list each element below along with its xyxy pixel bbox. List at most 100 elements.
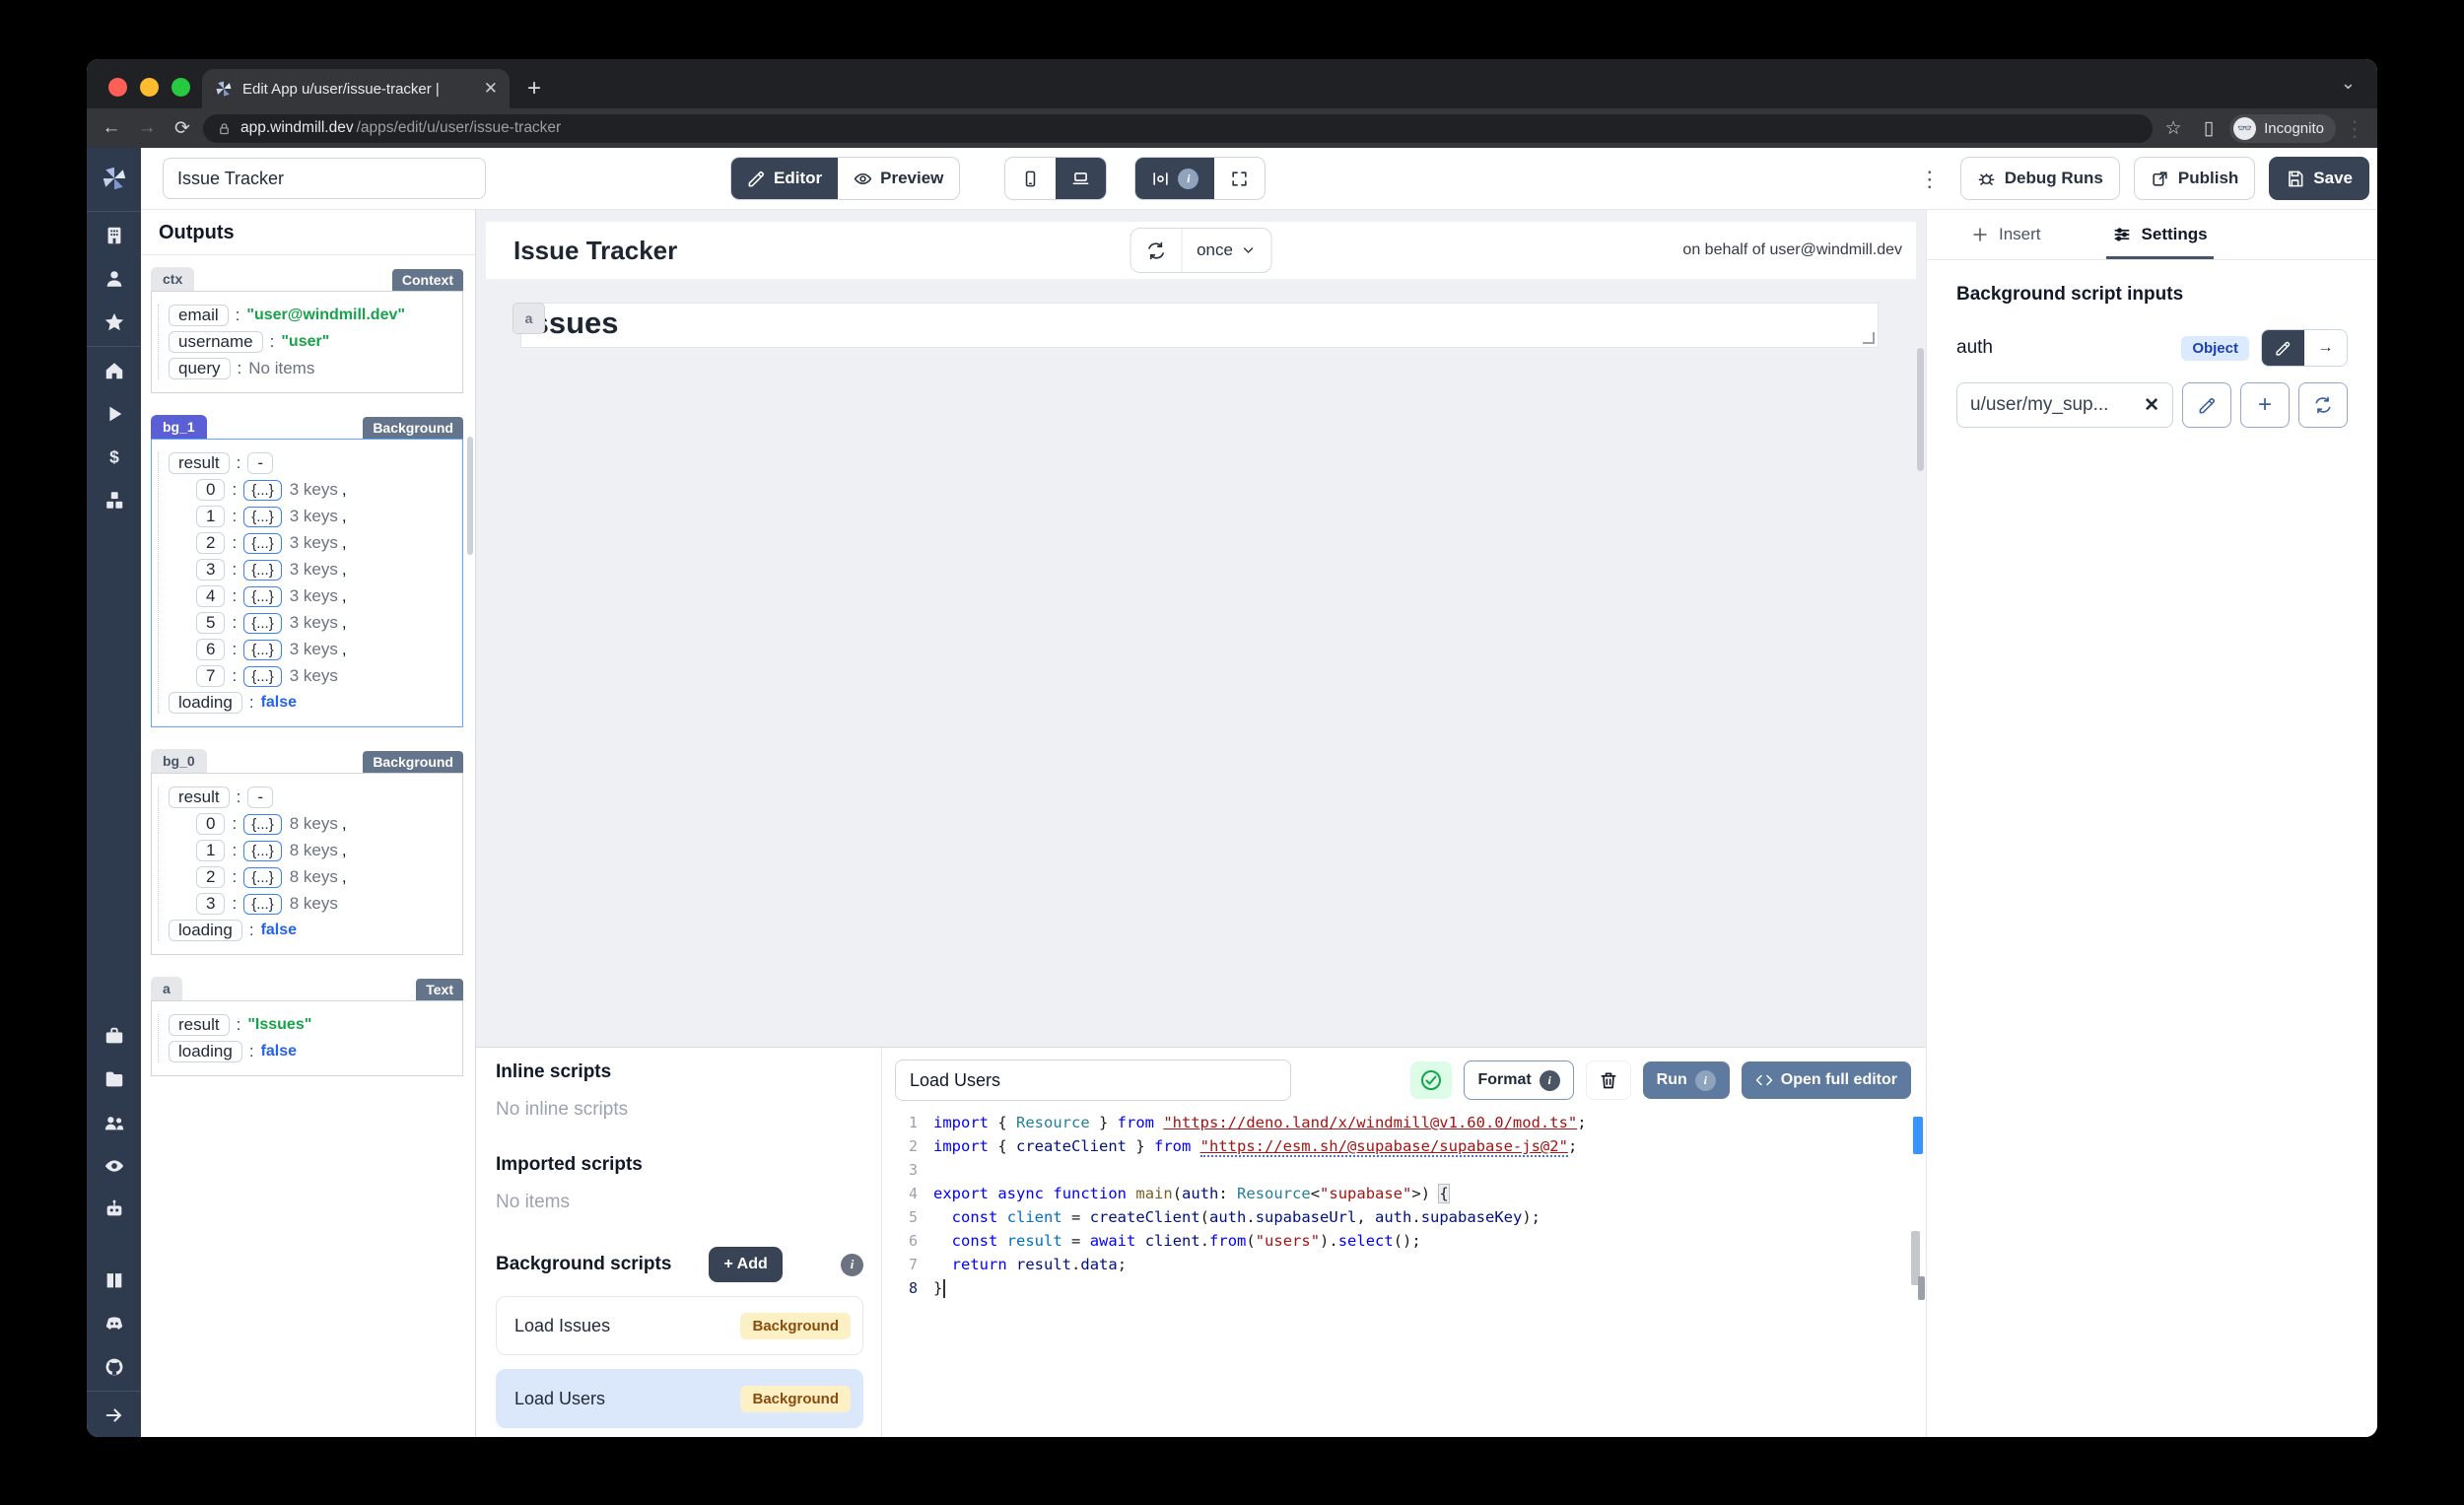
tab-insert[interactable]: Insert (1971, 210, 2041, 259)
output-id-tag[interactable]: ctx (151, 267, 194, 291)
collapse-pill[interactable]: - (247, 787, 273, 808)
code-line-3[interactable]: 3 (882, 1158, 1926, 1182)
tab-search-chevron-icon[interactable]: ⌄ (2341, 73, 2356, 94)
users-icon[interactable] (87, 1101, 141, 1144)
index-pill[interactable]: 3 (196, 893, 225, 915)
back-button[interactable]: ← (97, 117, 126, 139)
key-pill[interactable]: username (169, 331, 263, 353)
more-options-icon[interactable]: ⋮ (1917, 175, 1943, 182)
user-icon[interactable] (87, 257, 141, 301)
edit-resource-button[interactable] (2182, 382, 2231, 428)
index-pill[interactable]: 0 (196, 813, 225, 835)
tab-close-icon[interactable]: ✕ (484, 79, 498, 99)
run-button[interactable]: Runi (1643, 1061, 1730, 1099)
code-line-1[interactable]: 1import { Resource } from "https://deno.… (882, 1111, 1926, 1134)
connect-input-button[interactable]: → (2304, 330, 2347, 366)
code-line-7[interactable]: 7 return result.data; (882, 1253, 1926, 1276)
outputs-scrollbar[interactable] (467, 437, 473, 555)
outputs-panel-button[interactable]: i (1135, 158, 1214, 199)
book-icon[interactable] (87, 1259, 141, 1302)
static-input-button[interactable] (2262, 330, 2304, 366)
key-pill[interactable]: result (169, 787, 230, 808)
object-pill[interactable]: {...} (243, 507, 282, 527)
building-icon[interactable] (87, 214, 141, 257)
index-pill[interactable]: 2 (196, 866, 225, 888)
resource-picker-input[interactable]: u/user/my_sup... ✕ (1956, 382, 2173, 428)
output-id-tag[interactable]: a (151, 977, 182, 1000)
code-line-2[interactable]: 2import { createClient } from "https://e… (882, 1134, 1926, 1158)
index-pill[interactable]: 1 (196, 840, 225, 861)
index-pill[interactable]: 6 (196, 639, 225, 660)
save-button[interactable]: Save (2269, 157, 2369, 200)
background-script-item[interactable]: Load IssuesBackground (496, 1296, 863, 1355)
object-pill[interactable]: {...} (243, 814, 282, 835)
toolbox-icon[interactable] (87, 1014, 141, 1058)
reload-button[interactable]: ⟳ (168, 117, 197, 140)
preview-mode-button[interactable]: Preview (838, 158, 959, 199)
object-pill[interactable]: {...} (243, 586, 282, 607)
arrow-right-icon[interactable] (87, 1394, 141, 1437)
object-pill[interactable]: {...} (243, 666, 282, 687)
object-pill[interactable]: {...} (243, 560, 282, 581)
code-line-5[interactable]: 5 const client = createClient(auth.supab… (882, 1205, 1926, 1229)
object-pill[interactable]: {...} (243, 480, 282, 501)
maximize-window-button[interactable] (171, 78, 190, 97)
key-pill[interactable]: result (169, 452, 230, 474)
index-pill[interactable]: 0 (196, 479, 225, 501)
forward-button[interactable]: → (132, 117, 162, 139)
app-name-input[interactable]: Issue Tracker (163, 158, 486, 199)
code-editor[interactable]: 1import { Resource } from "https://deno.… (882, 1111, 1926, 1437)
side-panel-icon[interactable]: ▯ (2194, 117, 2224, 140)
output-id-tag[interactable]: bg_1 (151, 415, 207, 439)
object-pill[interactable]: {...} (243, 894, 282, 915)
collapse-pill[interactable]: - (247, 452, 273, 474)
github-icon[interactable] (87, 1345, 141, 1389)
code-line-8[interactable]: 8} (882, 1276, 1926, 1300)
fullscreen-button[interactable] (1214, 158, 1265, 199)
object-pill[interactable]: {...} (243, 533, 282, 554)
key-pill[interactable]: loading (169, 920, 242, 941)
play-icon[interactable] (87, 392, 141, 436)
bookmark-star-icon[interactable]: ☆ (2158, 117, 2188, 140)
tab-settings[interactable]: Settings (2112, 210, 2208, 259)
cubes-icon[interactable] (87, 479, 141, 522)
object-pill[interactable]: {...} (243, 867, 282, 888)
output-id-tag[interactable]: bg_0 (151, 749, 207, 773)
debug-runs-button[interactable]: Debug Runs (1960, 157, 2120, 200)
robot-icon[interactable] (87, 1188, 141, 1231)
star-icon[interactable] (87, 301, 141, 344)
key-pill[interactable]: email (169, 305, 229, 326)
component-resize-handle[interactable] (1863, 332, 1875, 344)
key-pill[interactable]: loading (169, 1041, 242, 1062)
format-button[interactable]: Formati (1464, 1060, 1573, 1100)
refresh-mode-select[interactable]: once (1181, 229, 1271, 272)
home-icon[interactable] (87, 349, 141, 392)
add-background-script-button[interactable]: + Add (709, 1247, 782, 1282)
new-tab-button[interactable]: + (527, 75, 541, 108)
text-component[interactable]: a Issues (520, 303, 1879, 348)
index-pill[interactable]: 3 (196, 559, 225, 581)
key-pill[interactable]: loading (169, 692, 242, 714)
canvas-scrollbar[interactable] (1917, 348, 1924, 471)
open-full-editor-button[interactable]: Open full editor (1742, 1061, 1911, 1099)
refresh-resource-button[interactable] (2298, 382, 2348, 428)
add-resource-button[interactable]: + (2240, 382, 2290, 428)
close-window-button[interactable] (108, 78, 127, 97)
folder-icon[interactable] (87, 1058, 141, 1101)
script-name-input[interactable]: Load Users (895, 1060, 1291, 1101)
discord-icon[interactable] (87, 1302, 141, 1345)
object-pill[interactable]: {...} (243, 841, 282, 861)
object-pill[interactable]: {...} (243, 640, 282, 660)
dollar-icon[interactable]: $ (87, 436, 141, 479)
delete-script-button[interactable] (1586, 1060, 1631, 1100)
browser-menu-icon[interactable]: ⋮ (2342, 125, 2367, 132)
url-bar[interactable]: app.windmill.dev/apps/edit/u/user/issue-… (203, 114, 2153, 143)
index-pill[interactable]: 1 (196, 506, 225, 527)
code-line-6[interactable]: 6 const result = await client.from("user… (882, 1229, 1926, 1253)
mobile-view-button[interactable] (1005, 158, 1056, 199)
index-pill[interactable]: 2 (196, 532, 225, 554)
eye-icon[interactable] (87, 1144, 141, 1188)
component-id-tag[interactable]: a (513, 303, 545, 334)
index-pill[interactable]: 7 (196, 665, 225, 687)
app-canvas[interactable]: a Issues (476, 279, 1926, 1047)
